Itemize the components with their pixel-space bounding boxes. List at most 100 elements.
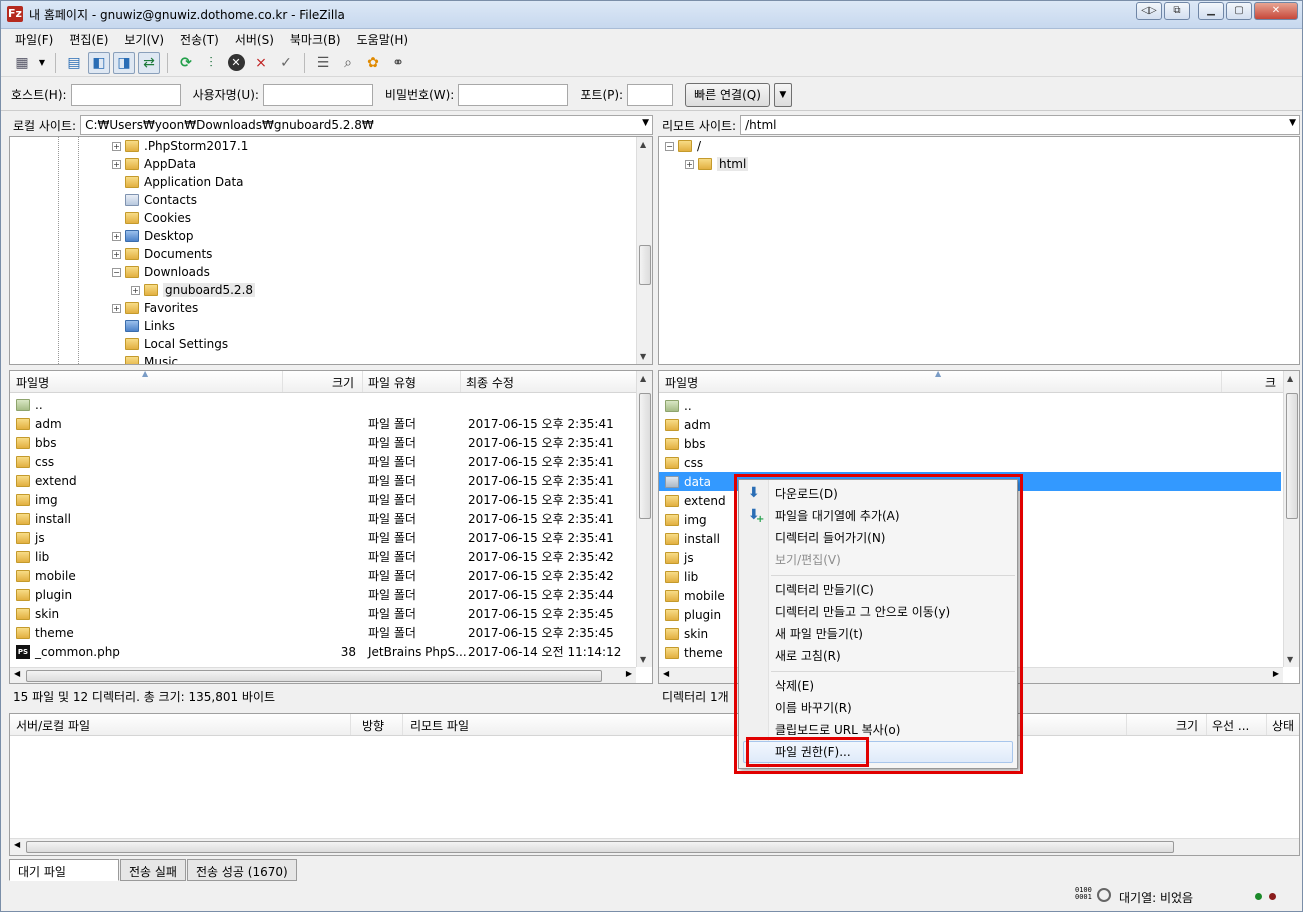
column-remote-file[interactable]: 리모트 파일 [410, 717, 469, 734]
transfer-queue-icon[interactable]: ⇄ [138, 51, 160, 74]
menu-help[interactable]: 도움말(H) [349, 29, 417, 49]
local-file-row[interactable]: js 파일 폴더 2017-06-15 오후 2:35:41 [10, 528, 636, 547]
expand-icon[interactable]: + [112, 141, 121, 151]
local-tree-item[interactable]: + Documents [112, 245, 212, 263]
refresh-icon[interactable]: ⟳ [175, 52, 197, 74]
local-tree-item[interactable]: Cookies [125, 209, 191, 227]
local-tree-item[interactable]: + AppData [112, 155, 196, 173]
column-status[interactable]: 상태 [1272, 717, 1294, 734]
column-priority[interactable]: 우선 ... [1212, 717, 1249, 734]
column-size[interactable]: 크기 [332, 374, 354, 391]
column-size[interactable]: 크기 [1176, 717, 1198, 734]
scroll-up-icon[interactable]: ▲ [640, 140, 646, 149]
column-filename[interactable]: 파일명 [16, 374, 49, 391]
local-file-row[interactable]: adm 파일 폴더 2017-06-15 오후 2:35:41 [10, 414, 636, 433]
site-manager-icon[interactable]: ▦ [11, 52, 33, 74]
quickconnect-button[interactable]: 빠른 연결(Q) [685, 82, 770, 107]
local-tree-item[interactable]: + .PhpStorm2017.1 [112, 137, 248, 155]
expand-icon[interactable]: + [112, 159, 121, 169]
maximize-button[interactable]: ▢ [1226, 2, 1252, 20]
close-button[interactable]: ✕ [1254, 2, 1298, 20]
tab-queued-files[interactable]: 대기 파일 [9, 859, 119, 881]
password-input[interactable] [458, 83, 569, 106]
menu-transfer[interactable]: 전송(T) [172, 29, 227, 49]
remote-file-row[interactable]: adm [659, 415, 1281, 434]
reconnect-icon[interactable]: ✓ [275, 52, 297, 74]
menu-bookmarks[interactable]: 북마크(B) [282, 29, 349, 49]
queue-hscrollbar[interactable]: ◀ [10, 838, 1299, 855]
remote-file-row[interactable]: css [659, 453, 1281, 472]
process-queue-icon[interactable]: ⫶ [200, 52, 222, 74]
local-tree-item[interactable]: Application Data [125, 173, 244, 191]
remote-list-scrollbar[interactable]: ▲ ▼ [1283, 371, 1299, 667]
menu-file[interactable]: 파일(F) [7, 29, 61, 49]
menu-edit[interactable]: 편집(E) [61, 29, 116, 49]
remote-file-row[interactable]: bbs [659, 434, 1281, 453]
local-list-hscrollbar[interactable]: ◀ ▶ [10, 667, 636, 683]
scroll-down-icon[interactable]: ▼ [640, 352, 646, 361]
remote-site-path-combo[interactable]: /html ▼ [740, 115, 1300, 135]
disconnect-icon[interactable]: ⨯ [250, 52, 272, 74]
scroll-right-icon[interactable]: ▶ [1273, 669, 1279, 678]
scroll-left-icon[interactable]: ◀ [14, 840, 20, 849]
local-tree-item[interactable]: Local Settings [125, 335, 228, 353]
local-file-row[interactable]: .. [10, 395, 636, 414]
local-site-path-combo[interactable]: C:₩Users₩yoon₩Downloads₩gnuboard5.2.8₩ ▼ [80, 115, 653, 135]
host-input[interactable] [70, 83, 181, 106]
local-file-row[interactable]: PS _common.php 38 JetBrains PhpS... 2017-06-… [10, 642, 636, 661]
column-direction[interactable]: 방향 [362, 717, 384, 734]
restore-tile-icon[interactable]: ◁▷ [1136, 2, 1162, 20]
remote-tree-icon[interactable]: ◨ [113, 51, 135, 74]
local-tree-item[interactable]: − Downloads [112, 263, 210, 281]
expand-icon[interactable]: + [112, 303, 121, 313]
local-file-row[interactable]: extend 파일 폴더 2017-06-15 오후 2:35:41 [10, 471, 636, 490]
local-tree-item[interactable]: Links [125, 317, 175, 335]
expand-icon[interactable]: + [112, 231, 121, 241]
scroll-up-icon[interactable]: ▲ [1287, 374, 1293, 383]
local-file-row[interactable]: css 파일 폴더 2017-06-15 오후 2:35:41 [10, 452, 636, 471]
local-tree-item[interactable]: Contacts [125, 191, 197, 209]
local-file-row[interactable]: mobile 파일 폴더 2017-06-15 오후 2:35:42 [10, 566, 636, 585]
site-manager-dropdown-icon[interactable]: ▼ [36, 52, 48, 74]
tab-successful-transfers[interactable]: 전송 성공 (1670) [186, 859, 297, 881]
username-input[interactable] [262, 83, 373, 106]
speed-limit-icon[interactable] [1097, 888, 1111, 902]
scroll-thumb[interactable] [26, 670, 602, 682]
column-filetype[interactable]: 파일 유형 [368, 374, 416, 391]
collapse-icon[interactable]: − [112, 267, 121, 277]
expand-icon[interactable]: + [131, 285, 140, 295]
local-file-row[interactable]: bbs 파일 폴더 2017-06-15 오후 2:35:41 [10, 433, 636, 452]
local-tree-item[interactable]: Music [125, 353, 178, 364]
scroll-thumb[interactable] [639, 393, 651, 519]
chevron-down-icon[interactable]: ▼ [642, 118, 649, 128]
port-input[interactable] [627, 83, 674, 106]
column-filename[interactable]: 파일명 [665, 374, 698, 391]
remote-file-row[interactable]: .. [659, 396, 1281, 415]
scroll-down-icon[interactable]: ▼ [640, 655, 646, 664]
scroll-up-icon[interactable]: ▲ [640, 374, 646, 383]
minimize-button[interactable]: ▁ [1198, 2, 1224, 20]
local-tree-item[interactable]: + Favorites [112, 299, 198, 317]
local-file-row[interactable]: install 파일 폴더 2017-06-15 오후 2:35:41 [10, 509, 636, 528]
local-tree-item-selected[interactable]: + gnuboard5.2.8 [131, 281, 256, 299]
column-modified[interactable]: 최종 수정 [466, 374, 514, 391]
scroll-left-icon[interactable]: ◀ [14, 669, 20, 678]
chevron-down-icon[interactable]: ▼ [1289, 118, 1296, 128]
cancel-operation-icon[interactable]: ✕ [225, 52, 247, 74]
directory-filter-icon[interactable]: ☰ [312, 52, 334, 74]
expand-icon[interactable]: + [685, 159, 694, 169]
remote-tree-item[interactable]: + html [685, 155, 749, 173]
search-remote-icon[interactable]: ⚭ [387, 52, 409, 74]
column-server-local[interactable]: 서버/로컬 파일 [16, 717, 90, 734]
local-list-scrollbar[interactable]: ▲ ▼ [636, 371, 652, 667]
local-file-row[interactable]: img 파일 폴더 2017-06-15 오후 2:35:41 [10, 490, 636, 509]
local-file-row[interactable]: skin 파일 폴더 2017-06-15 오후 2:35:45 [10, 604, 636, 623]
local-tree-icon[interactable]: ◧ [88, 51, 110, 74]
local-file-row[interactable]: theme 파일 폴더 2017-06-15 오후 2:35:45 [10, 623, 636, 642]
local-tree-scrollbar[interactable]: ▲ ▼ [636, 137, 652, 364]
quickconnect-dropdown-icon[interactable]: ▼ [773, 82, 792, 107]
tab-failed-transfers[interactable]: 전송 실패 [120, 859, 186, 881]
scroll-thumb[interactable] [639, 245, 651, 285]
local-file-row[interactable]: plugin 파일 폴더 2017-06-15 오후 2:35:44 [10, 585, 636, 604]
collapse-icon[interactable]: − [665, 141, 674, 151]
